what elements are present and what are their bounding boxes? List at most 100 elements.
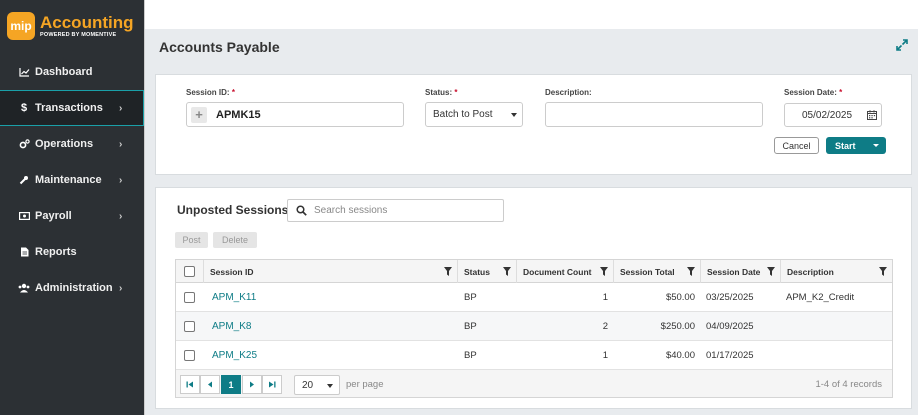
wrench-icon [18,175,30,185]
session-id-link[interactable]: APM_K11 [212,283,256,312]
sidebar-item-label: Reports [35,246,77,258]
app-logo[interactable]: mip Accounting POWERED BY MOMENTIVE [0,0,144,52]
sidebar-item-reports[interactable]: Reports [0,234,144,270]
column-header-session-id[interactable]: Session ID [204,260,458,283]
row-checkbox-cell [184,312,195,341]
caret-down-icon[interactable] [873,144,879,147]
description-label: Description: [545,88,592,97]
next-page-button[interactable] [242,375,262,394]
session-date-input[interactable]: 05/02/2025 [784,103,882,127]
table-row[interactable]: APM_K11 BP 1 $50.00 03/25/2025 APM_K2_Cr… [176,283,892,312]
column-header-session-date[interactable]: Session Date [701,260,781,283]
users-icon [18,283,30,293]
start-label: Start [835,140,856,151]
money-bill-icon [18,212,30,220]
filter-icon[interactable] [444,267,452,276]
search-placeholder: Search sessions [314,205,388,216]
logo-subtitle: POWERED BY MOMENTIVE [40,32,117,38]
column-header-session-total[interactable]: Session Total [614,260,701,283]
delete-button[interactable]: Delete [213,232,257,248]
per-page-label: per page [346,379,384,390]
filter-icon[interactable] [503,267,511,276]
next-page-icon [250,381,254,388]
page-button-current[interactable]: 1 [221,375,241,394]
session-id-input[interactable]: + APMK15 [186,102,404,127]
prev-page-icon [208,381,212,388]
sidebar-item-label: Transactions [35,102,103,114]
main-content: Accounts Payable Session ID: * + APMK15 … [144,0,918,415]
status-value: Batch to Post [433,109,493,120]
first-page-icon [186,381,193,388]
sidebar-item-label: Administration [35,282,113,294]
logo-badge: mip [7,12,35,40]
expand-icon[interactable] [896,39,908,51]
description-cell: APM_K2_Credit [786,292,855,303]
filter-icon[interactable] [767,267,775,276]
total-cell: $40.00 [665,350,695,361]
row-checkbox[interactable] [184,292,195,303]
column-header-document-count[interactable]: Document Count [517,260,614,283]
start-button[interactable]: Start [826,137,886,154]
row-checkbox[interactable] [184,321,195,332]
filter-icon[interactable] [600,267,608,276]
select-all-cell [176,260,204,283]
description-input[interactable] [545,102,763,127]
page-size-select[interactable]: 20 [294,375,340,395]
status-cell: BP [464,321,477,332]
table-row[interactable]: APM_K8 BP 2 $250.00 04/09/2025 [176,312,892,341]
sidebar-item-maintenance[interactable]: Maintenance › [0,162,144,198]
calendar-icon[interactable] [867,110,877,120]
section-title: Unposted Sessions [177,203,289,217]
filter-icon[interactable] [879,267,887,276]
column-header-status[interactable]: Status [458,260,517,283]
caret-down-icon [511,113,517,117]
chevron-right-icon: › [119,210,123,222]
chart-line-icon [18,67,30,77]
date-cell: 01/17/2025 [706,350,754,361]
plus-icon[interactable]: + [191,106,207,123]
date-cell: 04/09/2025 [706,321,754,332]
cancel-button[interactable]: Cancel [774,137,819,154]
filter-icon[interactable] [687,267,695,276]
sidebar-item-operations[interactable]: Operations › [0,126,144,162]
session-id-link[interactable]: APM_K25 [212,341,257,370]
sidebar-item-payroll[interactable]: Payroll › [0,198,144,234]
page-title: Accounts Payable [159,39,280,55]
status-select[interactable]: Batch to Post [425,102,523,127]
session-date-label: Session Date: * [784,88,843,97]
row-checkbox[interactable] [184,350,195,361]
sidebar-item-transactions[interactable]: $ Transactions › [0,90,144,126]
column-label: Status [464,266,490,277]
sidebar-item-administration[interactable]: Administration › [0,270,144,306]
gears-icon [18,139,30,149]
file-icon [18,247,30,257]
column-label: Document Count [523,266,592,277]
session-id-link[interactable]: APM_K8 [212,312,251,341]
post-button[interactable]: Post [175,232,208,248]
prev-page-button[interactable] [200,375,220,394]
page-header: Accounts Payable [145,29,918,65]
chevron-right-icon: › [119,138,123,150]
last-page-button[interactable] [262,375,282,394]
table-row[interactable]: APM_K25 BP 1 $40.00 01/17/2025 [176,341,892,370]
sidebar-item-label: Dashboard [35,66,93,78]
column-label: Session Total [620,266,675,277]
sidebar-item-dashboard[interactable]: Dashboard [0,54,144,90]
caret-down-icon [327,384,333,388]
status-cell: BP [464,350,477,361]
session-date-value: 05/02/2025 [802,109,853,121]
column-label: Session ID [210,266,254,277]
first-page-button[interactable] [180,375,200,394]
status-label: Status: * [425,88,458,97]
total-cell: $50.00 [665,292,695,303]
page-size-value: 20 [302,379,314,391]
chevron-right-icon: › [119,282,123,294]
select-all-checkbox[interactable] [184,266,195,277]
sidebar-item-label: Payroll [35,210,72,222]
column-label: Session Date [707,266,761,277]
dollar-icon: $ [20,102,28,114]
chevron-right-icon: › [119,102,123,114]
search-input[interactable]: Search sessions [287,199,504,222]
column-header-description[interactable]: Description [781,260,892,283]
top-bar [145,0,918,29]
